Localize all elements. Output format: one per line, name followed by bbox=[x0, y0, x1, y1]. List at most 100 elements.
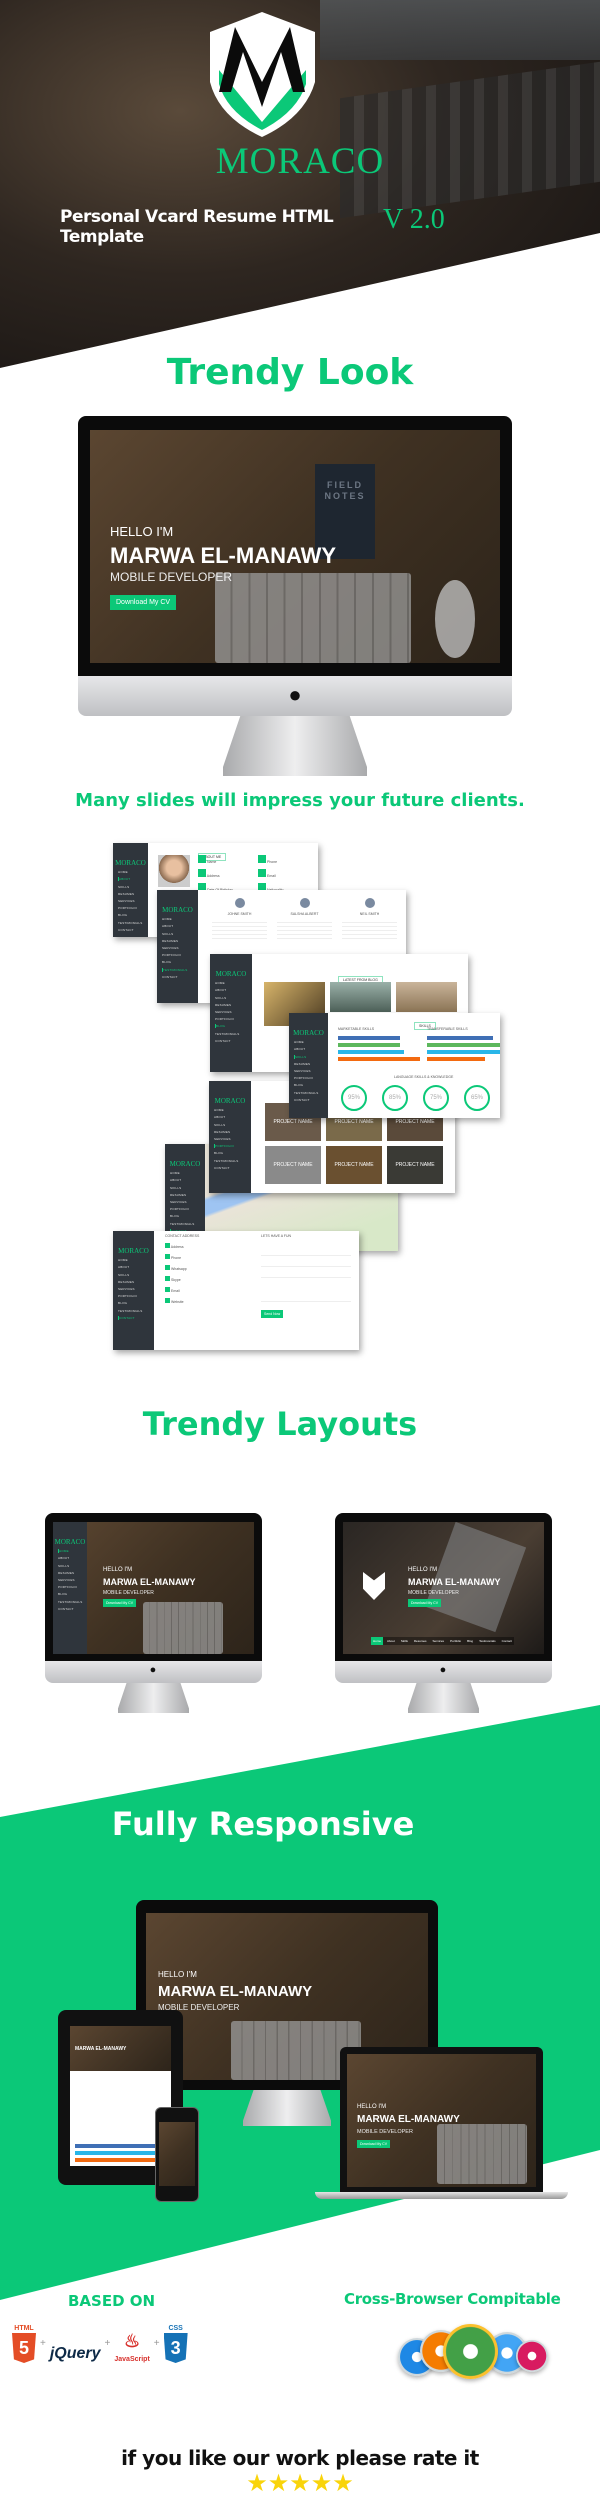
download-cv-button[interactable]: Download My CV bbox=[357, 2140, 391, 2148]
sidebar-item-home[interactable]: HOME bbox=[162, 917, 198, 921]
sidebar-item-resumes[interactable]: RESUMES bbox=[294, 1062, 328, 1066]
sidebar-item-skills[interactable]: SKILLS bbox=[118, 885, 148, 889]
sidebar-item-testimonials[interactable]: TESTIMONIALS bbox=[215, 1032, 252, 1036]
star-icon[interactable]: ★ bbox=[311, 2470, 333, 2497]
sidebar-item-testimonials[interactable]: TESTIMONIALS bbox=[214, 1159, 251, 1163]
nav-item-testimonials[interactable]: Testimonials bbox=[477, 1637, 498, 1645]
sidebar-item-contact[interactable]: CONTACT bbox=[294, 1098, 328, 1102]
sidebar-item-blog[interactable]: BLOG bbox=[214, 1151, 251, 1155]
star-rating[interactable]: ★★★★★ bbox=[0, 2472, 600, 2499]
sidebar-item-contact[interactable]: CONTACT bbox=[118, 1315, 154, 1320]
sidebar-item-home[interactable]: HOME bbox=[118, 1258, 154, 1262]
sidebar-item-home[interactable]: HOME bbox=[215, 981, 252, 985]
sidebar-item-portfolio[interactable]: PORTFOLIO bbox=[118, 1294, 154, 1298]
sidebar-item-testimonials[interactable]: TESTIMONIALS bbox=[162, 967, 198, 972]
portfolio-item[interactable]: PROJECT NAME bbox=[387, 1146, 443, 1184]
email-input[interactable] bbox=[261, 1256, 351, 1267]
sidebar-item-portfolio[interactable]: PORTFOLIO bbox=[294, 1076, 328, 1080]
sidebar-item-services[interactable]: SERVICES bbox=[118, 1287, 154, 1291]
sidebar-item-portfolio[interactable]: PORTFOLIO bbox=[170, 1207, 205, 1211]
testimonial-name: NEIL SMITH bbox=[359, 912, 380, 916]
sidebar-item-about[interactable]: ABOUT bbox=[215, 988, 252, 992]
sidebar-item-services[interactable]: SERVICES bbox=[58, 1578, 87, 1582]
sidebar-item-about[interactable]: ABOUT bbox=[294, 1047, 328, 1051]
sidebar-item-about[interactable]: ABOUT bbox=[170, 1178, 205, 1182]
sidebar-item-resumes[interactable]: RESUMES bbox=[118, 1280, 154, 1284]
nav-item-blog[interactable]: Blog bbox=[465, 1637, 475, 1645]
star-icon[interactable]: ★ bbox=[268, 2470, 290, 2497]
nav-item-contact[interactable]: Contact bbox=[500, 1637, 514, 1645]
sidebar-item-contact[interactable]: CONTACT bbox=[118, 928, 148, 932]
sidebar-item-blog[interactable]: BLOG bbox=[170, 1214, 205, 1218]
sidebar-item-resumes[interactable]: RESUMES bbox=[162, 939, 198, 943]
sidebar-item-blog[interactable]: BLOG bbox=[215, 1024, 252, 1029]
sidebar-item-contact[interactable]: CONTACT bbox=[214, 1166, 251, 1170]
sidebar-item-home[interactable]: HOME bbox=[118, 870, 148, 874]
sidebar-item-blog[interactable]: BLOG bbox=[294, 1083, 328, 1087]
sidebar-item-skills[interactable]: SKILLS bbox=[118, 1273, 154, 1277]
sidebar-item-resumes[interactable]: RESUMES bbox=[170, 1193, 205, 1197]
sidebar-item-contact[interactable]: CONTACT bbox=[58, 1607, 87, 1611]
sidebar-item-about[interactable]: ABOUT bbox=[162, 924, 198, 928]
person-name: MARWA EL-MANAWY bbox=[357, 2114, 460, 2125]
sidebar-item-home[interactable]: HOME bbox=[294, 1040, 328, 1044]
star-icon[interactable]: ★ bbox=[289, 2470, 311, 2497]
sidebar-item-skills[interactable]: SKILLS bbox=[162, 932, 198, 936]
sidebar-item-skills[interactable]: SKILLS bbox=[294, 1054, 328, 1059]
sidebar-item-testimonials[interactable]: TESTIMONIALS bbox=[58, 1600, 87, 1604]
phone-input[interactable] bbox=[261, 1267, 351, 1278]
sidebar-item-testimonials[interactable]: TESTIMONIALS bbox=[294, 1091, 328, 1095]
sidebar-item-testimonials[interactable]: TESTIMONIALS bbox=[170, 1222, 205, 1226]
sidebar-item-skills[interactable]: SKILLS bbox=[215, 996, 252, 1000]
sidebar-item-blog[interactable]: BLOG bbox=[58, 1592, 87, 1596]
nav-item-about[interactable]: About bbox=[385, 1637, 397, 1645]
sidebar-item-about[interactable]: ABOUT bbox=[118, 877, 148, 882]
sidebar-item-services[interactable]: SERVICES bbox=[170, 1200, 205, 1204]
sidebar-item-about[interactable]: ABOUT bbox=[214, 1115, 251, 1119]
sidebar-item-services[interactable]: SERVICES bbox=[215, 1010, 252, 1014]
sidebar-item-services[interactable]: SERVICES bbox=[162, 946, 198, 950]
sidebar-item-blog[interactable]: BLOG bbox=[118, 913, 148, 917]
star-icon[interactable]: ★ bbox=[246, 2470, 268, 2497]
sidebar-item-portfolio[interactable]: PORTFOLIO bbox=[214, 1144, 251, 1149]
sidebar-item-testimonials[interactable]: TESTIMONIALS bbox=[118, 921, 148, 925]
sidebar-item-blog[interactable]: BLOG bbox=[162, 960, 198, 964]
sidebar-item-resumes[interactable]: RESUMES bbox=[58, 1571, 87, 1575]
sidebar-item-home[interactable]: HOME bbox=[214, 1108, 251, 1112]
download-cv-button[interactable]: Download My CV bbox=[408, 1599, 442, 1607]
sidebar-item-portfolio[interactable]: PORTFOLIO bbox=[162, 953, 198, 957]
nav-item-services[interactable]: Services bbox=[431, 1637, 447, 1645]
sidebar-item-about[interactable]: ABOUT bbox=[58, 1556, 87, 1560]
sidebar-item-resumes[interactable]: RESUMES bbox=[215, 1003, 252, 1007]
sidebar-item-portfolio[interactable]: PORTFOLIO bbox=[58, 1585, 87, 1589]
sidebar-item-home[interactable]: HOME bbox=[58, 1549, 87, 1554]
portfolio-item[interactable]: PROJECT NAME bbox=[265, 1146, 321, 1184]
message-input[interactable] bbox=[261, 1278, 351, 1302]
sidebar-item-contact[interactable]: CONTACT bbox=[215, 1039, 252, 1043]
sidebar-item-services[interactable]: SERVICES bbox=[294, 1069, 328, 1073]
sidebar-item-contact[interactable]: CONTACT bbox=[162, 975, 198, 979]
sidebar-item-services[interactable]: SERVICES bbox=[214, 1137, 251, 1141]
nav-item-home[interactable]: Home bbox=[371, 1637, 384, 1645]
sidebar-item-skills[interactable]: SKILLS bbox=[170, 1186, 205, 1190]
sidebar-item-resumes[interactable]: RESUMES bbox=[214, 1130, 251, 1134]
sidebar-item-blog[interactable]: BLOG bbox=[118, 1301, 154, 1305]
name-input[interactable] bbox=[261, 1245, 351, 1256]
nav-item-resumes[interactable]: Resumes bbox=[412, 1637, 429, 1645]
send-button[interactable]: Send Now bbox=[261, 1310, 284, 1318]
sidebar-item-skills[interactable]: SKILLS bbox=[214, 1123, 251, 1127]
sidebar-item-resumes[interactable]: RESUMES bbox=[118, 892, 148, 896]
download-cv-button[interactable]: Download My CV bbox=[110, 595, 177, 610]
sidebar-item-services[interactable]: SERVICES bbox=[118, 899, 148, 903]
portfolio-item[interactable]: PROJECT NAME bbox=[326, 1146, 382, 1184]
download-cv-button[interactable]: Download My CV bbox=[103, 1599, 137, 1607]
nav-item-skills[interactable]: Skills bbox=[399, 1637, 410, 1645]
sidebar-item-home[interactable]: HOME bbox=[170, 1171, 205, 1175]
sidebar-item-testimonials[interactable]: TESTIMONIALS bbox=[118, 1309, 154, 1313]
sidebar-item-about[interactable]: ABOUT bbox=[118, 1265, 154, 1269]
star-icon[interactable]: ★ bbox=[332, 2470, 354, 2497]
nav-item-portfolio[interactable]: Portfolio bbox=[448, 1637, 463, 1645]
sidebar-item-portfolio[interactable]: PORTFOLIO bbox=[215, 1017, 252, 1021]
sidebar-item-skills[interactable]: SKILLS bbox=[58, 1564, 87, 1568]
sidebar-item-portfolio[interactable]: PORTFOLIO bbox=[118, 906, 148, 910]
